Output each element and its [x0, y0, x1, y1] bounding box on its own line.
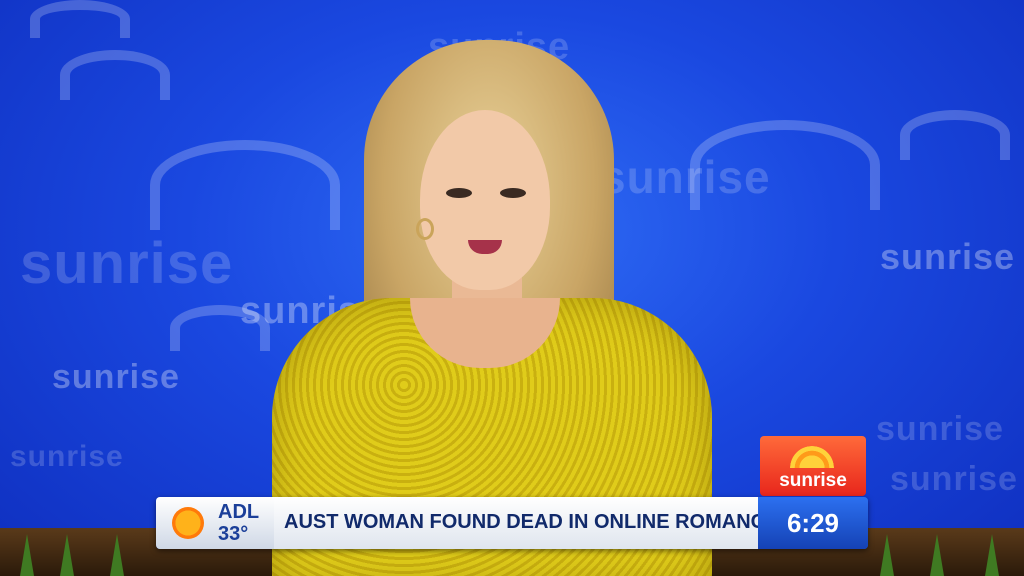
sun-icon: [172, 507, 204, 539]
backdrop-watermark: sunrise: [10, 440, 124, 473]
weather-temperature: 33°: [218, 523, 249, 545]
sunrise-logo-text: sunrise: [779, 470, 847, 491]
backdrop-logo-arc: [900, 110, 1010, 160]
plant-leaf: [110, 534, 124, 576]
sunrise-logo-tag: sunrise: [760, 436, 866, 496]
presenter-eye: [500, 188, 526, 198]
presenter-mouth: [468, 240, 502, 254]
weather-city: ADL: [218, 501, 260, 523]
backdrop-watermark: sunrise: [890, 460, 1018, 498]
clock-panel: 6:29: [758, 497, 868, 549]
weather-panel: ADL 33°: [156, 497, 274, 549]
plant-leaf: [880, 534, 894, 576]
plant-leaf: [930, 534, 944, 576]
presenter: [262, 40, 722, 576]
plant-leaf: [20, 534, 34, 576]
clock-time: 6:29: [786, 508, 840, 538]
sunrise-logo-icon: [790, 446, 834, 468]
backdrop-watermark: sunrise: [20, 231, 234, 296]
headline-panel: AUST WOMAN FOUND DEAD IN ONLINE ROMANCE …: [274, 497, 843, 549]
backdrop-watermark: sunrise: [880, 236, 1016, 277]
broadcast-frame: sunrise sunrise sunrise sunrise sunrise …: [0, 0, 1024, 576]
backdrop-watermark: sunrise: [876, 410, 1004, 448]
presenter-face: [420, 110, 550, 290]
plant-leaf: [985, 534, 999, 576]
backdrop-watermark: sunrise: [52, 358, 180, 396]
backdrop-logo-arc: [30, 0, 130, 38]
presenter-eye: [446, 188, 472, 198]
backdrop-logo-arc: [60, 50, 170, 100]
news-ticker: ADL 33° AUST WOMAN FOUND DEAD IN ONLINE …: [156, 497, 868, 549]
earring: [416, 218, 434, 240]
plant-leaf: [60, 534, 74, 576]
